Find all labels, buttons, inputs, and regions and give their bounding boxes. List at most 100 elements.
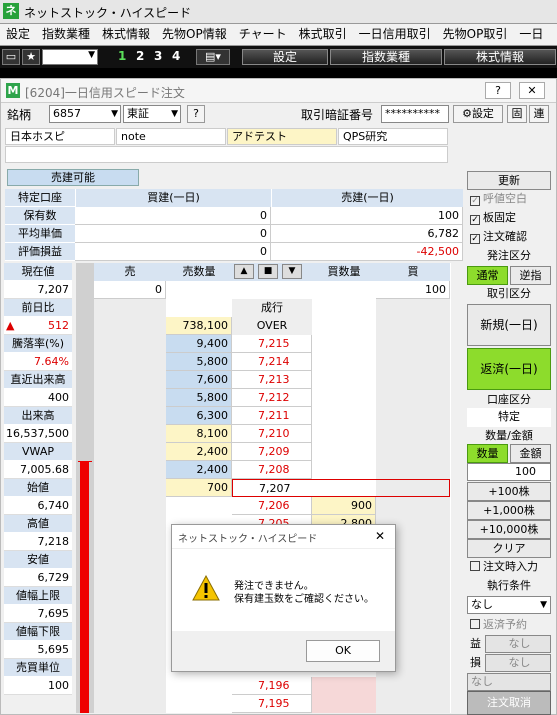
loss-select[interactable]: なし xyxy=(485,654,551,672)
price-row[interactable]: 7,210 xyxy=(232,425,312,443)
dialog-footer: OK xyxy=(172,631,395,671)
label-limit-down: 値幅下限 xyxy=(4,623,72,641)
exec-condition-select[interactable]: なし ▼ xyxy=(467,596,551,614)
account-type-value: 特定 xyxy=(467,408,551,427)
password-input[interactable]: ********** xyxy=(381,105,449,123)
buy-order-qty[interactable]: 100 xyxy=(376,281,450,299)
label-limit-up: 値幅上限 xyxy=(4,587,72,605)
dialog-close-icon[interactable]: ✕ xyxy=(375,529,385,543)
sell-qty-row: 9,400 xyxy=(166,335,232,353)
screen-3[interactable]: 3 xyxy=(154,49,162,63)
pnl-short: -42,500 xyxy=(271,243,463,261)
stock-tab-note[interactable]: note xyxy=(116,128,226,145)
position-label-pnl: 評価損益 xyxy=(5,243,75,261)
star-icon[interactable]: ★ xyxy=(22,49,40,65)
menu-futures-trade[interactable]: 先物OP取引 xyxy=(437,24,514,45)
price-row[interactable]: 7,211 xyxy=(232,407,312,425)
value-open: 6,740 xyxy=(4,497,72,515)
sellable-button[interactable]: 売建可能 xyxy=(7,169,139,186)
repay-reserve-checkbox[interactable]: 返済予約 xyxy=(467,616,551,635)
dialog-title-bar: ネットストック・ハイスピード ✕ xyxy=(172,525,395,549)
order-input-checkbox[interactable]: 注文時入力 xyxy=(467,558,551,577)
order-confirm-checkbox[interactable]: ✓ 注文確認 xyxy=(467,228,551,247)
screen-1[interactable]: 1 xyxy=(118,49,126,63)
close-button[interactable]: ✕ xyxy=(519,82,545,99)
help-button[interactable]: ? xyxy=(485,82,511,99)
cancel-order-button[interactable]: 注文取消 xyxy=(467,691,551,715)
menu-futures-info[interactable]: 先物OP情報 xyxy=(156,24,233,45)
add-1000-button[interactable]: +1,000株 xyxy=(467,501,551,520)
price-row[interactable]: 7,208 xyxy=(232,461,312,479)
price-row[interactable]: 7,206 xyxy=(232,497,312,515)
add-10000-button[interactable]: +10,000株 xyxy=(467,520,551,539)
sell-qty-row: 5,800 xyxy=(166,389,232,407)
stock-tab-hospi[interactable]: 日本ホスピ xyxy=(5,128,115,145)
menu-daytrade-margin[interactable]: 一日信用取引 xyxy=(353,24,437,45)
label-high: 高値 xyxy=(4,515,72,533)
screen-4[interactable]: 4 xyxy=(172,49,180,63)
price-row[interactable]: 7,214 xyxy=(232,353,312,371)
menu-settings[interactable]: 設定 xyxy=(0,24,36,45)
sell-qty-over: 738,100 xyxy=(166,317,232,335)
toolbar-stock-info-button[interactable]: 株式情報 xyxy=(444,49,556,65)
settings-button[interactable]: ⚙設定 xyxy=(453,105,503,123)
price-row[interactable]: 7,212 xyxy=(232,389,312,407)
stop-order-button[interactable]: 逆指 xyxy=(510,266,551,285)
qty-mode-button[interactable]: 数量 xyxy=(467,444,508,463)
new-order-button[interactable]: 新規(一日) xyxy=(467,304,551,346)
price-row[interactable]: 7,195 xyxy=(232,695,312,713)
current-price-row[interactable]: 7,207 xyxy=(232,479,450,497)
profit-select[interactable]: なし xyxy=(485,635,551,653)
price-row[interactable]: 7,196 xyxy=(232,677,312,695)
toolbar-settings-button[interactable]: 設定 xyxy=(242,49,328,65)
ok-button[interactable]: OK xyxy=(306,640,380,662)
quote-blank-checkbox[interactable]: ✓ 呼値空白 xyxy=(467,190,551,209)
position-label-avg: 平均単価 xyxy=(5,225,75,243)
value-current-price: 7,207 xyxy=(4,281,72,299)
clear-button[interactable]: クリア xyxy=(467,539,551,558)
stock-tab-qps[interactable]: QPS研究 xyxy=(338,128,448,145)
add-100-button[interactable]: +100株 xyxy=(467,482,551,501)
stock-code-input[interactable]: 6857 ▼ xyxy=(49,105,121,123)
holdings-short: 100 xyxy=(271,207,463,225)
qty-input[interactable]: 100 xyxy=(467,463,551,481)
copy-icon[interactable]: ▭ xyxy=(2,49,20,65)
repay-reserve-label: 返済予約 xyxy=(483,618,527,631)
menu-stock-trade[interactable]: 株式取引 xyxy=(293,24,353,45)
sell-column xyxy=(94,299,166,713)
sell-qty-row: 700 xyxy=(166,479,232,497)
value-limit-up: 7,695 xyxy=(4,605,72,623)
value-unit: 100 xyxy=(4,677,72,695)
menu-chart[interactable]: チャート xyxy=(233,24,293,45)
menu-daily[interactable]: 一日 xyxy=(513,24,549,45)
amount-mode-button[interactable]: 金額 xyxy=(510,444,551,463)
link-button[interactable]: 連 xyxy=(529,105,549,123)
sell-order-qty[interactable]: 0 xyxy=(94,281,166,299)
price-row[interactable]: 7,215 xyxy=(232,335,312,353)
fix-button[interactable]: 固 xyxy=(507,105,527,123)
loss-exec-select[interactable]: なし xyxy=(467,673,551,691)
chevron-down-icon: ▼ xyxy=(111,109,118,119)
sell-qty-row: 6,300 xyxy=(166,407,232,425)
stock-help-button[interactable]: ? xyxy=(187,105,205,123)
market-select[interactable]: 東証 ▼ xyxy=(123,105,181,123)
order-confirm-label: 注文確認 xyxy=(483,230,527,243)
stock-tab-advantest[interactable]: アドテスト xyxy=(227,128,337,145)
board-header-buy: 買 xyxy=(407,265,419,278)
center-button[interactable]: ■ xyxy=(258,264,278,279)
board-fixed-checkbox[interactable]: ✓ 板固定 xyxy=(467,209,551,228)
workspace-select[interactable]: ▼ xyxy=(42,49,98,65)
price-row[interactable]: 7,209 xyxy=(232,443,312,461)
position-table: 特定口座 買建(一日) 売建(一日) 保有数 0 100 平均単価 0 6,78… xyxy=(5,189,463,261)
window-layout-icon[interactable]: ▤▾ xyxy=(196,49,230,65)
menu-stock-info[interactable]: 株式情報 xyxy=(96,24,156,45)
scroll-up-button[interactable]: ▲ xyxy=(234,264,254,279)
toolbar-index-button[interactable]: 指数業種 xyxy=(330,49,442,65)
refresh-button[interactable]: 更新 xyxy=(467,171,551,190)
screen-2[interactable]: 2 xyxy=(136,49,144,63)
repay-order-button[interactable]: 返済(一日) xyxy=(467,348,551,390)
price-row[interactable]: 7,213 xyxy=(232,371,312,389)
menu-index-sector[interactable]: 指数業種 xyxy=(36,24,96,45)
normal-order-button[interactable]: 通常 xyxy=(467,266,508,285)
scroll-down-button[interactable]: ▼ xyxy=(282,264,302,279)
